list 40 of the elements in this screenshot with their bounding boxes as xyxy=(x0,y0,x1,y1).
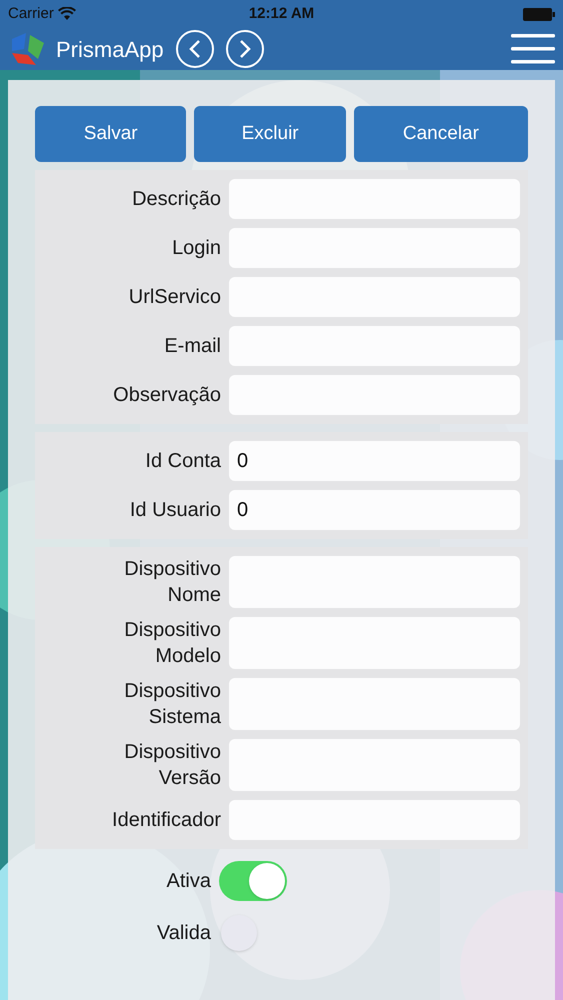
input-field[interactable] xyxy=(229,556,520,608)
forward-button[interactable] xyxy=(226,30,264,68)
menu-icon[interactable] xyxy=(511,34,555,64)
input-field[interactable] xyxy=(229,375,520,415)
field-label: Observação xyxy=(113,383,221,408)
carrier-label: Carrier xyxy=(8,4,54,24)
action-button[interactable]: Salvar xyxy=(35,106,186,162)
action-button[interactable]: Cancelar xyxy=(354,106,528,162)
toggle-label: Valida xyxy=(156,921,211,946)
app-title: PrismaApp xyxy=(56,36,164,64)
input-field[interactable] xyxy=(229,678,520,730)
wifi-icon xyxy=(58,7,76,21)
input-field[interactable] xyxy=(229,617,520,669)
field-label: Login xyxy=(172,236,221,261)
input-field[interactable] xyxy=(229,326,520,366)
field-label: Dispositivo Versão xyxy=(123,740,221,791)
input-field[interactable]: 0 xyxy=(229,490,520,530)
field-label: Id Conta xyxy=(145,449,221,474)
toggle-switch[interactable] xyxy=(219,861,287,901)
field-label: Dispositivo Sistema xyxy=(123,679,221,730)
input-field[interactable] xyxy=(229,228,520,268)
action-button[interactable]: Excluir xyxy=(194,106,346,162)
input-field[interactable]: 0 xyxy=(229,441,520,481)
back-button[interactable] xyxy=(176,30,214,68)
input-field[interactable] xyxy=(229,800,520,840)
clock: 12:12 AM xyxy=(248,4,314,24)
field-label: Dispositivo Nome xyxy=(123,557,221,608)
input-field[interactable] xyxy=(229,179,520,219)
input-field[interactable] xyxy=(229,277,520,317)
field-label: Id Usuario xyxy=(130,498,221,523)
field-label: Identificador xyxy=(112,808,221,833)
chevron-left-icon xyxy=(188,40,201,58)
field-label: Dispositivo Modelo xyxy=(123,618,221,669)
toggle-label: Ativa xyxy=(166,869,211,894)
input-field[interactable] xyxy=(229,739,520,791)
field-label: Descrição xyxy=(132,187,221,212)
field-label: E-mail xyxy=(164,334,221,359)
chevron-right-icon xyxy=(238,40,251,58)
field-label: UrlServico xyxy=(128,285,221,310)
battery-icon xyxy=(523,8,555,20)
